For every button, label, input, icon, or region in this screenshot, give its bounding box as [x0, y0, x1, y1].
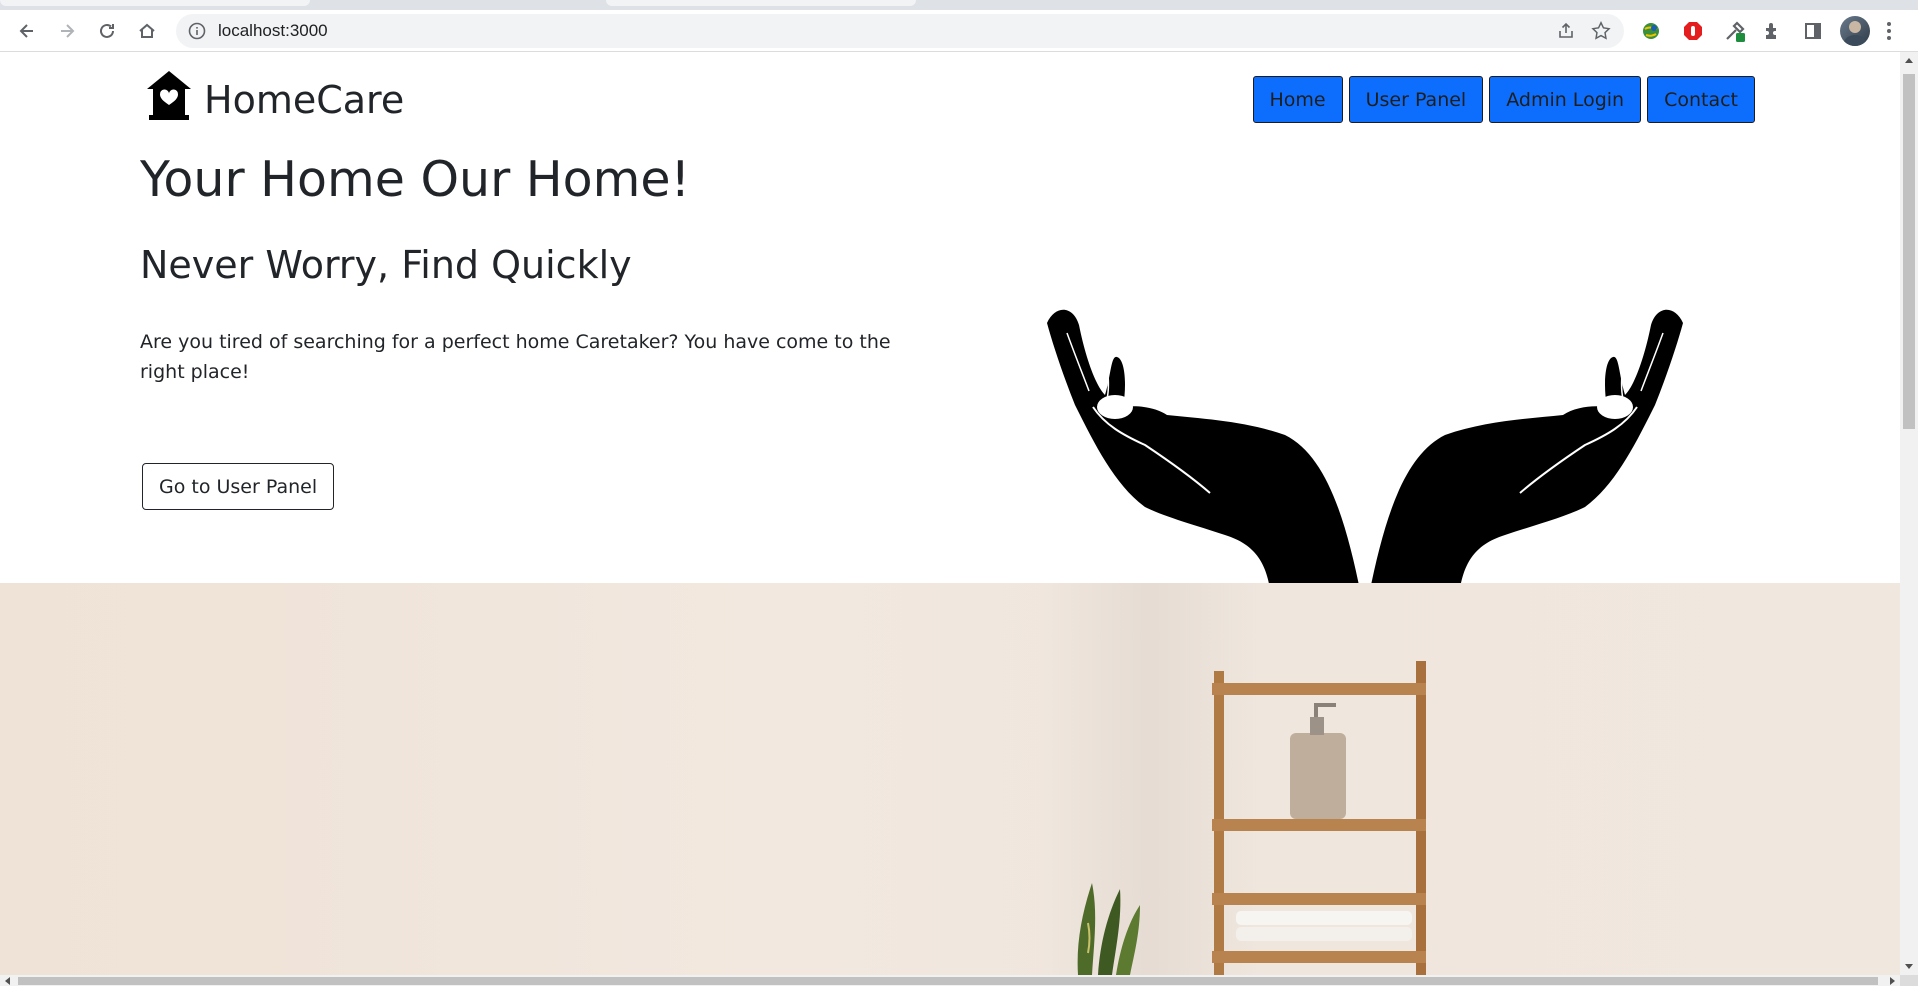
page-viewport: HomeCare Home User Panel Admin Login Con…	[0, 52, 1900, 975]
nav-contact[interactable]: Contact	[1647, 76, 1755, 123]
house-heart-icon	[147, 71, 191, 120]
extensions-icon	[1766, 23, 1776, 39]
reload-button[interactable]	[94, 18, 120, 44]
star-icon[interactable]	[1590, 20, 1612, 42]
extension-eyedropper[interactable]	[1722, 18, 1748, 44]
wooden-shelf-image	[1212, 661, 1426, 975]
reload-icon	[100, 23, 114, 38]
extension-globe[interactable]	[1638, 18, 1664, 44]
side-panel-button[interactable]	[1800, 18, 1826, 44]
globe-extension-icon	[1643, 23, 1659, 39]
scroll-left-arrow[interactable]	[5, 977, 10, 985]
hero-title: Your Home Our Home!	[140, 151, 691, 208]
browser-tab[interactable]	[606, 0, 916, 6]
back-icon	[19, 24, 33, 38]
hero-section: Your Home Our Home! Never Worry, Find Qu…	[0, 145, 1900, 595]
browser-menu-icon[interactable]	[1886, 22, 1892, 42]
horizontal-scroll-thumb[interactable]	[18, 977, 1878, 985]
site-navbar: HomeCare Home User Panel Admin Login Con…	[0, 52, 1900, 145]
tab-strip	[0, 0, 1918, 10]
share-icon[interactable]	[1556, 21, 1576, 41]
plant-image	[1077, 883, 1140, 975]
nav-admin-login[interactable]: Admin Login	[1489, 76, 1642, 123]
side-panel-icon	[1805, 23, 1821, 39]
address-bar[interactable]: localhost:3000	[176, 14, 1624, 48]
scroll-down-arrow[interactable]	[1905, 964, 1913, 969]
scroll-right-arrow[interactable]	[1890, 977, 1895, 985]
vertical-scrollbar[interactable]	[1900, 52, 1918, 975]
info-icon[interactable]	[188, 22, 206, 40]
nav-links: Home User Panel Admin Login Contact	[1252, 76, 1755, 123]
vertical-scroll-thumb[interactable]	[1903, 74, 1915, 429]
brand-link[interactable]: HomeCare	[146, 68, 404, 122]
scroll-up-arrow[interactable]	[1905, 58, 1913, 63]
extension-adblock[interactable]	[1680, 18, 1706, 44]
browser-toolbar: localhost:3000	[0, 10, 1918, 52]
home-icon	[139, 23, 155, 38]
brand-name: HomeCare	[204, 78, 405, 122]
url-text[interactable]: localhost:3000	[218, 14, 328, 48]
horizontal-scrollbar[interactable]	[0, 975, 1900, 986]
interior-photo-section	[0, 583, 1900, 975]
extensions-button[interactable]	[1760, 18, 1786, 44]
hero-description: Are you tired of searching for a perfect…	[140, 331, 891, 383]
hero-subtitle: Never Worry, Find Quickly	[140, 243, 632, 287]
back-button[interactable]	[14, 18, 40, 44]
nav-home[interactable]: Home	[1252, 76, 1343, 123]
forward-icon	[61, 24, 75, 38]
browser-tab[interactable]	[0, 0, 310, 6]
scrollbar-corner	[1900, 975, 1918, 986]
profile-avatar[interactable]	[1840, 16, 1870, 46]
nav-user-panel[interactable]: User Panel	[1348, 76, 1484, 123]
caring-hands-icon	[1047, 309, 1683, 595]
home-button[interactable]	[134, 18, 160, 44]
forward-button[interactable]	[54, 18, 80, 44]
stop-hand-icon	[1684, 22, 1702, 40]
go-to-user-panel-button[interactable]: Go to User Panel	[142, 463, 335, 510]
eyedropper-icon	[1726, 21, 1745, 42]
